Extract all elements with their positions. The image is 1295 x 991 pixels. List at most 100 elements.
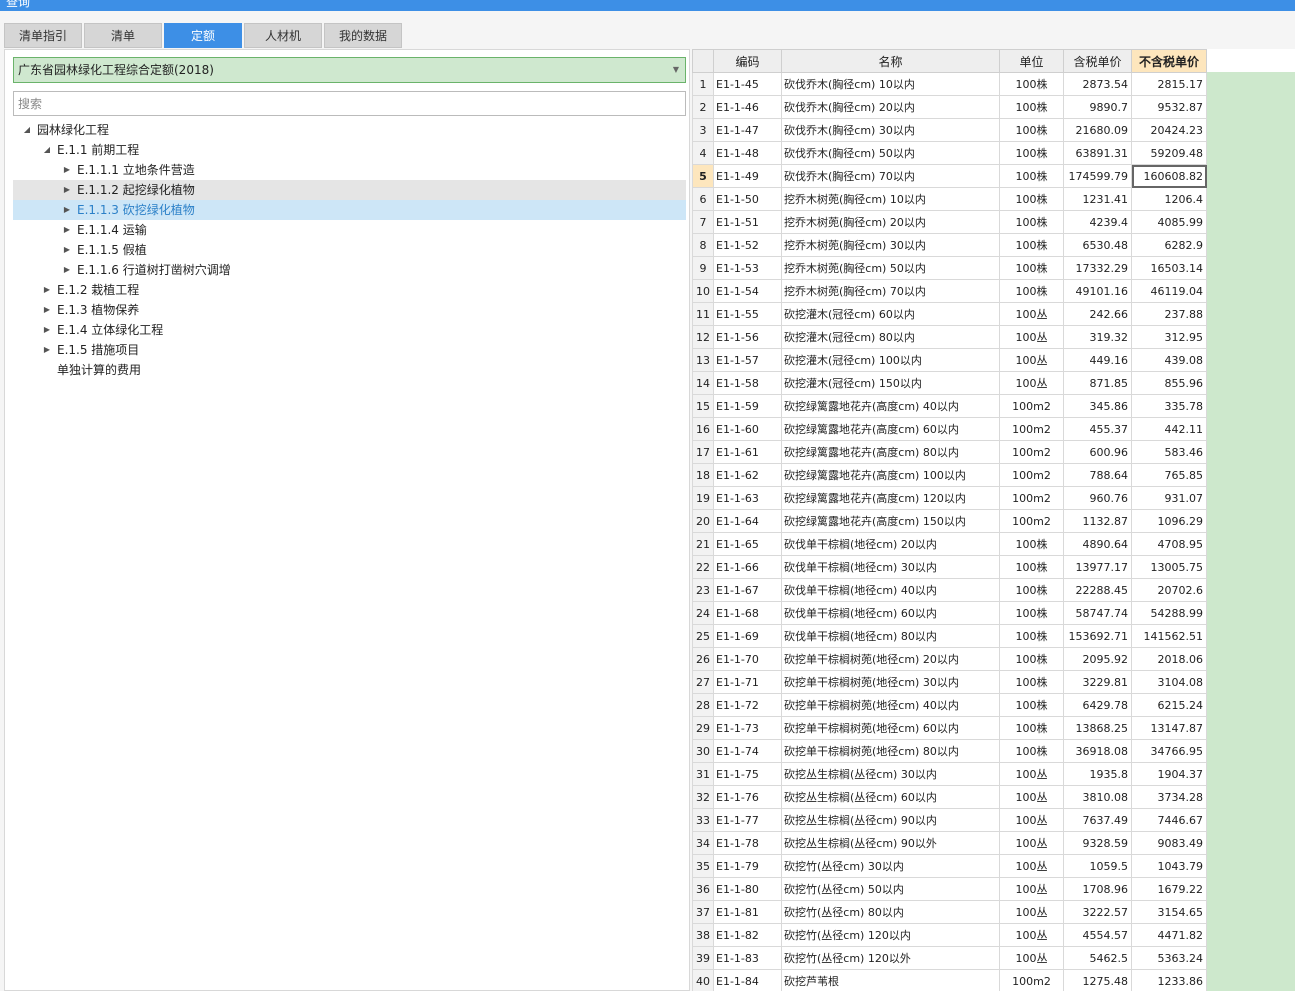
quota-code-cell[interactable]: E1-1-82 xyxy=(713,923,782,947)
quota-code-cell[interactable]: E1-1-67 xyxy=(713,578,782,602)
price-with-tax-cell[interactable]: 455.37 xyxy=(1063,417,1132,441)
quota-unit-cell[interactable]: 100株 xyxy=(999,670,1064,694)
quota-code-cell[interactable]: E1-1-76 xyxy=(713,785,782,809)
price-without-tax-cell[interactable]: 3104.08 xyxy=(1131,670,1207,694)
price-with-tax-cell[interactable]: 9328.59 xyxy=(1063,831,1132,855)
quota-name-cell[interactable]: 砍挖丛生棕榈(丛径cm) 60以内 xyxy=(781,785,1000,809)
price-with-tax-cell[interactable]: 13868.25 xyxy=(1063,716,1132,740)
table-row[interactable]: 16 E1-1-60 砍挖绿篱露地花卉(高度cm) 60以内 100m2 455.37 4… xyxy=(692,417,1207,441)
quota-unit-cell[interactable]: 100株 xyxy=(999,72,1064,96)
row-number-cell[interactable]: 16 xyxy=(692,417,714,441)
quota-code-cell[interactable]: E1-1-84 xyxy=(713,969,782,991)
row-number-cell[interactable]: 4 xyxy=(692,141,714,165)
table-row[interactable]: 11 E1-1-55 砍挖灌木(冠径cm) 60以内 100丛 242.66 237.88 xyxy=(692,302,1207,326)
row-number-cell[interactable]: 33 xyxy=(692,808,714,832)
price-with-tax-cell[interactable]: 1935.8 xyxy=(1063,762,1132,786)
quota-code-cell[interactable]: E1-1-50 xyxy=(713,187,782,211)
row-number-cell[interactable]: 1 xyxy=(692,72,714,96)
quota-unit-cell[interactable]: 100丛 xyxy=(999,785,1064,809)
quota-code-cell[interactable]: E1-1-71 xyxy=(713,670,782,694)
table-row[interactable]: 40 E1-1-84 砍挖芦苇根 100m2 1275.48 1233.86 xyxy=(692,969,1207,991)
quota-code-cell[interactable]: E1-1-53 xyxy=(713,256,782,280)
price-with-tax-cell[interactable]: 242.66 xyxy=(1063,302,1132,326)
table-row[interactable]: 2 E1-1-46 砍伐乔木(胸径cm) 20以内 100株 9890.7 9532.87 xyxy=(692,95,1207,119)
quota-unit-cell[interactable]: 100株 xyxy=(999,647,1064,671)
row-number-cell[interactable]: 10 xyxy=(692,279,714,303)
table-row[interactable]: 39 E1-1-83 砍挖竹(丛径cm) 120以外 100丛 5462.5 5363.2… xyxy=(692,946,1207,970)
table-row[interactable]: 3 E1-1-47 砍伐乔木(胸径cm) 30以内 100株 21680.09 20424… xyxy=(692,118,1207,142)
table-row[interactable]: 13 E1-1-57 砍挖灌木(冠径cm) 100以内 100丛 449.16 439.0… xyxy=(692,348,1207,372)
price-with-tax-cell[interactable]: 49101.16 xyxy=(1063,279,1132,303)
price-without-tax-cell[interactable]: 931.07 xyxy=(1131,486,1207,510)
price-without-tax-cell[interactable]: 1096.29 xyxy=(1131,509,1207,533)
price-with-tax-cell[interactable]: 788.64 xyxy=(1063,463,1132,487)
price-with-tax-cell[interactable]: 449.16 xyxy=(1063,348,1132,372)
tree-node[interactable]: 单独计算的费用 xyxy=(13,360,686,380)
table-row[interactable]: 21 E1-1-65 砍伐单干棕榈(地径cm) 20以内 100株 4890.64 470… xyxy=(692,532,1207,556)
quota-unit-cell[interactable]: 100m2 xyxy=(999,394,1064,418)
price-without-tax-cell[interactable]: 237.88 xyxy=(1131,302,1207,326)
quota-name-cell[interactable]: 挖乔木树蔸(胸径cm) 70以内 xyxy=(781,279,1000,303)
quota-unit-cell[interactable]: 100m2 xyxy=(999,969,1064,991)
table-row[interactable]: 36 E1-1-80 砍挖竹(丛径cm) 50以内 100丛 1708.96 1679.2… xyxy=(692,877,1207,901)
collapsed-arrow-icon[interactable]: ▶ xyxy=(61,240,73,260)
price-with-tax-cell[interactable]: 1231.41 xyxy=(1063,187,1132,211)
price-without-tax-cell[interactable]: 2815.17 xyxy=(1131,72,1207,96)
quota-name-cell[interactable]: 砍伐单干棕榈(地径cm) 40以内 xyxy=(781,578,1000,602)
quota-unit-cell[interactable]: 100m2 xyxy=(999,417,1064,441)
table-row[interactable]: 8 E1-1-52 挖乔木树蔸(胸径cm) 30以内 100株 6530.48 6282.… xyxy=(692,233,1207,257)
price-without-tax-cell[interactable]: 54288.99 xyxy=(1131,601,1207,625)
table-row[interactable]: 35 E1-1-79 砍挖竹(丛径cm) 30以内 100丛 1059.5 1043.79 xyxy=(692,854,1207,878)
row-number-cell[interactable]: 27 xyxy=(692,670,714,694)
price-without-tax-cell[interactable]: 59209.48 xyxy=(1131,141,1207,165)
price-without-tax-cell[interactable]: 855.96 xyxy=(1131,371,1207,395)
table-row[interactable]: 30 E1-1-74 砍挖单干棕榈树蔸(地径cm) 80以内 100株 36918.08… xyxy=(692,739,1207,763)
quota-name-cell[interactable]: 砍挖绿篱露地花卉(高度cm) 40以内 xyxy=(781,394,1000,418)
quota-name-cell[interactable]: 砍伐乔木(胸径cm) 20以内 xyxy=(781,95,1000,119)
quota-name-cell[interactable]: 砍挖绿篱露地花卉(高度cm) 150以内 xyxy=(781,509,1000,533)
quota-code-cell[interactable]: E1-1-66 xyxy=(713,555,782,579)
column-header-code[interactable]: 编码 xyxy=(713,49,782,73)
row-number-cell[interactable]: 13 xyxy=(692,348,714,372)
price-without-tax-cell[interactable]: 439.08 xyxy=(1131,348,1207,372)
quota-unit-cell[interactable]: 100株 xyxy=(999,210,1064,234)
collapsed-arrow-icon[interactable]: ▶ xyxy=(61,160,73,180)
price-without-tax-cell[interactable]: 4708.95 xyxy=(1131,532,1207,556)
price-with-tax-cell[interactable]: 63891.31 xyxy=(1063,141,1132,165)
price-with-tax-cell[interactable]: 2095.92 xyxy=(1063,647,1132,671)
quota-unit-cell[interactable]: 100丛 xyxy=(999,762,1064,786)
tab-my-data[interactable]: 我的数据 xyxy=(324,23,402,48)
collapsed-arrow-icon[interactable]: ▶ xyxy=(41,280,53,300)
row-number-cell[interactable]: 7 xyxy=(692,210,714,234)
quota-code-cell[interactable]: E1-1-54 xyxy=(713,279,782,303)
price-without-tax-cell[interactable]: 20424.23 xyxy=(1131,118,1207,142)
row-number-cell[interactable]: 6 xyxy=(692,187,714,211)
quota-unit-cell[interactable]: 100m2 xyxy=(999,440,1064,464)
price-without-tax-cell[interactable]: 1233.86 xyxy=(1131,969,1207,991)
price-without-tax-cell[interactable]: 13147.87 xyxy=(1131,716,1207,740)
quota-name-cell[interactable]: 砍挖竹(丛径cm) 120以内 xyxy=(781,923,1000,947)
price-without-tax-cell[interactable]: 16503.14 xyxy=(1131,256,1207,280)
row-number-cell[interactable]: 32 xyxy=(692,785,714,809)
quota-name-cell[interactable]: 砍挖单干棕榈树蔸(地径cm) 40以内 xyxy=(781,693,1000,717)
price-with-tax-cell[interactable]: 9890.7 xyxy=(1063,95,1132,119)
table-row[interactable]: 14 E1-1-58 砍挖灌木(冠径cm) 150以内 100丛 871.85 855.9… xyxy=(692,371,1207,395)
price-with-tax-cell[interactable]: 6530.48 xyxy=(1063,233,1132,257)
tree-node[interactable]: ▶ E.1.1.1 立地条件营造 xyxy=(13,160,686,180)
quota-unit-cell[interactable]: 100株 xyxy=(999,164,1064,188)
row-number-cell[interactable]: 20 xyxy=(692,509,714,533)
table-row[interactable]: 10 E1-1-54 挖乔木树蔸(胸径cm) 70以内 100株 49101.16 461… xyxy=(692,279,1207,303)
table-row[interactable]: 34 E1-1-78 砍挖丛生棕榈(丛径cm) 90以外 100丛 9328.59 908… xyxy=(692,831,1207,855)
quota-name-cell[interactable]: 砍挖灌木(冠径cm) 100以内 xyxy=(781,348,1000,372)
row-number-cell[interactable]: 40 xyxy=(692,969,714,991)
row-number-cell[interactable]: 19 xyxy=(692,486,714,510)
quota-code-cell[interactable]: E1-1-56 xyxy=(713,325,782,349)
price-with-tax-cell[interactable]: 58747.74 xyxy=(1063,601,1132,625)
price-without-tax-cell[interactable]: 3734.28 xyxy=(1131,785,1207,809)
quota-unit-cell[interactable]: 100株 xyxy=(999,532,1064,556)
price-without-tax-cell[interactable]: 1904.37 xyxy=(1131,762,1207,786)
quota-unit-cell[interactable]: 100株 xyxy=(999,555,1064,579)
row-number-cell[interactable]: 23 xyxy=(692,578,714,602)
tree-node[interactable]: ▶ E.1.1.3 砍挖绿化植物 xyxy=(13,200,686,220)
row-number-cell[interactable]: 9 xyxy=(692,256,714,280)
